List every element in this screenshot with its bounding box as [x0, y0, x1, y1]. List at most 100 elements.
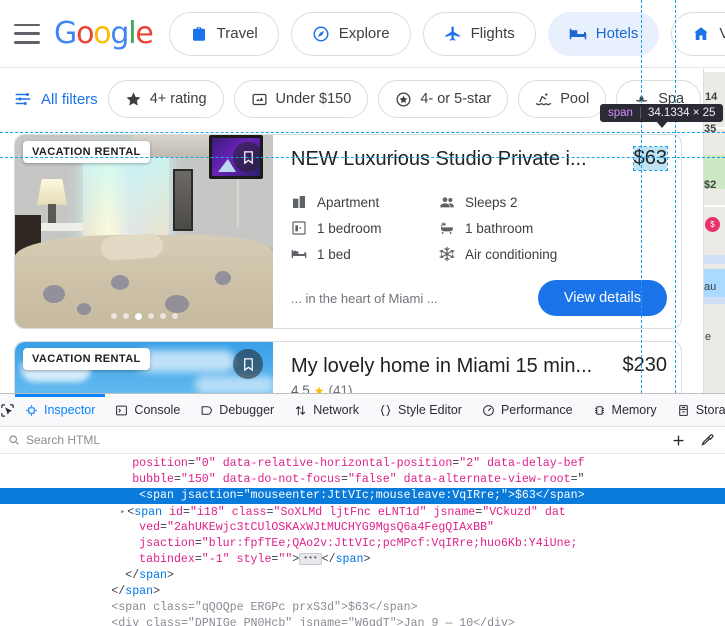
- inspector-guide-top: [0, 132, 725, 133]
- nav-chip-flights[interactable]: Flights: [422, 11, 536, 56]
- code-token: span: [382, 601, 411, 614]
- filter-chip-label: 4+ rating: [149, 91, 207, 107]
- listing-card[interactable]: VACATION RENTAL NEW Luxurious Studio Pri…: [14, 134, 682, 329]
- code-token: ved: [139, 521, 161, 534]
- add-node-button[interactable]: [667, 433, 689, 448]
- devtools-tab-label: Network: [313, 403, 360, 417]
- code-line-selected[interactable]: <span jsaction="mouseenter:JttVIc;mousel…: [0, 488, 725, 504]
- listing-photo[interactable]: VACATION RENTAL: [15, 135, 273, 328]
- carousel-dot[interactable]: [171, 313, 178, 319]
- code-line[interactable]: ▸ <span id="i18" class="SoXLMd ljtFnc eLN…: [0, 504, 725, 520]
- listing-price[interactable]: $230: [623, 354, 668, 377]
- devtools-tab-style-editor[interactable]: Style Editor: [369, 394, 472, 426]
- code-line[interactable]: <div class="DPNIGe PN0Hcb" jsname="W6gdT…: [0, 616, 725, 626]
- travel-bag-icon: [192, 26, 205, 41]
- inspector-tooltip: span 34.1334 × 25: [600, 104, 724, 128]
- carousel-dot-active[interactable]: [134, 313, 142, 320]
- all-filters-button[interactable]: All filters: [14, 90, 98, 108]
- carousel-dot[interactable]: [110, 313, 117, 319]
- filter-chip-label: Pool: [560, 91, 590, 107]
- nav-chip-hotels[interactable]: Hotels: [547, 11, 660, 56]
- map-label: $2: [704, 179, 717, 191]
- inspector-guide-left: [641, 0, 642, 393]
- devtools-tab-performance[interactable]: Performance: [472, 394, 583, 426]
- devtools-tab-console[interactable]: Console: [105, 394, 190, 426]
- listing-title[interactable]: My lovely home in Miami 15 min...: [291, 354, 592, 379]
- bathroom-icon: [441, 222, 453, 234]
- code-line[interactable]: tabindex="-1" style=""> ••• </span>: [0, 552, 725, 568]
- devtools-tab-storage[interactable]: Storage: [667, 394, 725, 426]
- filter-chip-rating[interactable]: 4+ rating: [107, 80, 224, 118]
- amenity-bedroom: 1 bedroom: [291, 220, 439, 236]
- devtools-tab-network[interactable]: Network: [284, 394, 369, 426]
- devtools-tab-inspector[interactable]: Inspector: [15, 394, 106, 426]
- devtools-tab-memory[interactable]: Memory: [583, 394, 667, 426]
- inspector-icon: [26, 404, 37, 416]
- code-token: >: [153, 585, 161, 598]
- listing-title[interactable]: NEW Luxurious Studio Private i...: [291, 147, 587, 172]
- code-token: </: [535, 489, 550, 502]
- code-token: =: [341, 617, 348, 626]
- code-token: class: [231, 506, 267, 519]
- code-line[interactable]: bubble="150" data-do-not-focus="false" d…: [0, 472, 725, 488]
- code-token: </: [111, 585, 126, 598]
- listing-price[interactable]: $63: [632, 146, 669, 171]
- code-line[interactable]: </span>: [0, 584, 725, 600]
- code-token: </: [368, 601, 383, 614]
- expand-twisty-icon[interactable]: ▸: [118, 504, 127, 520]
- nav-chip-vacation-rentals[interactable]: Vacation rentals: [671, 11, 725, 56]
- code-line[interactable]: <span class="qQOQpe ERGPc prxS3d">$63</s…: [0, 600, 725, 616]
- people-icon: [440, 197, 454, 208]
- logo-letter: o: [93, 15, 111, 51]
- nav-chip-explore[interactable]: Explore: [290, 11, 411, 56]
- collapsed-children-icon[interactable]: •••: [299, 553, 322, 565]
- listing-photo[interactable]: VACATION RENTAL: [15, 342, 273, 400]
- filter-chip-under-150[interactable]: Under $150: [233, 80, 369, 118]
- save-listing-button[interactable]: [233, 349, 263, 379]
- code-line[interactable]: position="0" data-relative-horizontal-po…: [0, 456, 725, 472]
- code-token: span: [134, 506, 163, 519]
- code-token: =: [160, 521, 167, 534]
- carousel-dot[interactable]: [147, 313, 154, 319]
- carousel-dot[interactable]: [122, 313, 129, 319]
- filter-chip-star-class[interactable]: 4- or 5-star: [378, 80, 509, 118]
- devtools-tab-debugger[interactable]: Debugger: [190, 394, 284, 426]
- code-line[interactable]: </span>: [0, 568, 725, 584]
- view-details-button[interactable]: View details: [537, 280, 667, 316]
- eyedropper-button[interactable]: [695, 433, 717, 448]
- code-token: "mouseenter:JttVIc;mouseleave:VqIRre;": [243, 489, 508, 502]
- code-token: bubble: [132, 473, 174, 486]
- star-circle-icon: [396, 91, 411, 107]
- code-token: jsname: [433, 506, 476, 519]
- snowflake-icon: [439, 246, 455, 262]
- filter-chip-pool[interactable]: Pool: [518, 80, 607, 118]
- carousel-dot[interactable]: [159, 313, 166, 319]
- code-token: </: [473, 617, 488, 626]
- map-price-pin[interactable]: $: [705, 217, 720, 232]
- code-token: jsaction: [180, 489, 237, 502]
- element-picker-icon[interactable]: [0, 394, 15, 426]
- hamburger-menu-icon[interactable]: [14, 23, 40, 44]
- code-token: >: [396, 617, 404, 626]
- photo-carousel-dots[interactable]: [15, 313, 273, 320]
- nav-chip-travel[interactable]: Travel: [168, 11, 279, 56]
- nav-chip-label: Travel: [216, 25, 258, 42]
- amenity-label: 1 bed: [317, 246, 351, 262]
- code-token: div: [487, 617, 509, 626]
- amenity-air-conditioning: Air conditioning: [439, 246, 667, 262]
- google-logo[interactable]: Google: [54, 15, 154, 51]
- html-markup-view[interactable]: position="0" data-relative-horizontal-po…: [0, 454, 725, 626]
- search-input[interactable]: Search HTML: [26, 433, 100, 447]
- code-token: Jan 9 — 10: [403, 617, 474, 626]
- code-token: >: [363, 553, 371, 566]
- filter-chip-label: 4- or 5-star: [420, 91, 492, 107]
- amenity-label: 1 bedroom: [317, 220, 382, 236]
- code-token: "blur:fpfTEe;QAo2v:JttVIc;pcMPcf:VqIRre;…: [201, 537, 578, 550]
- listing-card[interactable]: VACATION RENTAL My lovely home in Miami …: [14, 341, 682, 400]
- code-line[interactable]: ved="2ahUKEwjc3tCUlOSKAxWJtMUCHYG9MgsQ6a…: [0, 520, 725, 536]
- code-line[interactable]: jsaction="blur:fpfTEe;QAo2v:JttVIc;pcMPc…: [0, 536, 725, 552]
- code-token: "DPNIGe PN0Hcb": [187, 617, 293, 626]
